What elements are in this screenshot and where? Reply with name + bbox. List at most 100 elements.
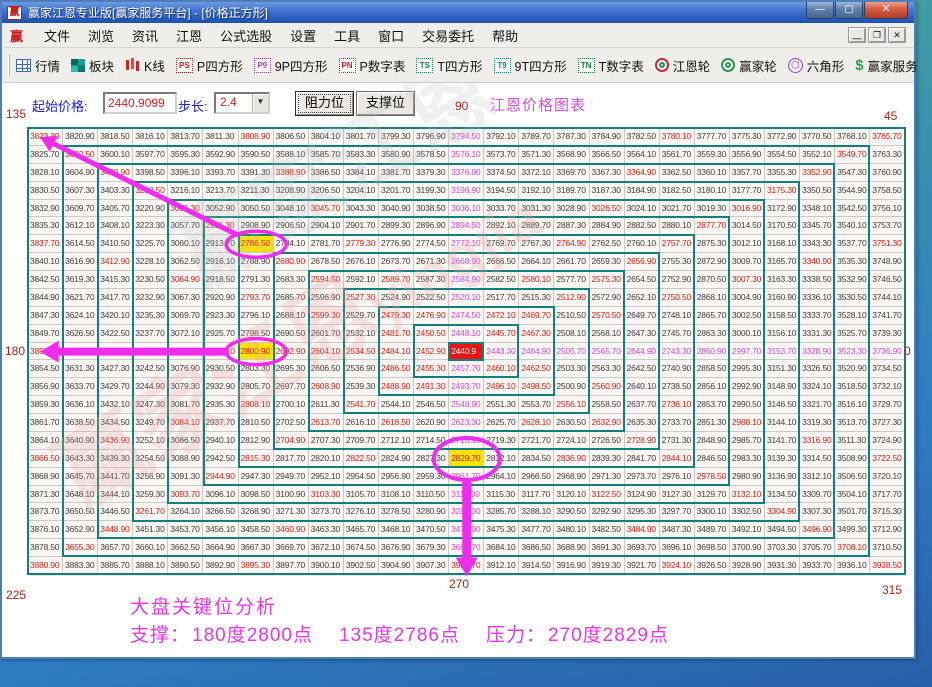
price-cell: 3153.70 [765,343,800,361]
toolbar: 行情板块 K线 PSP四方形 P99P四方形 PNP数字表 TST四方形 T99T四方形 TN… [2,48,914,83]
price-cell: 3552.10 [800,146,835,164]
start-price-input[interactable] [103,92,177,114]
price-cell: 3079.30 [168,378,203,396]
step-value: 2.4 [216,94,252,112]
menu-item-0[interactable]: 文件 [35,24,79,47]
price-cell: 2822.50 [344,450,379,468]
price-cell: 2647.30 [625,325,660,343]
price-cell: 2774.50 [414,235,449,253]
price-cell: 3002.50 [730,307,765,325]
price-cell: 2656.90 [625,253,660,271]
price-cell: 2964.10 [484,468,519,486]
menu-item-9[interactable]: 帮助 [483,24,527,47]
combo-dropdown-icon[interactable]: ▼ [252,94,268,112]
mdi-minimize-button[interactable]: ＿ [848,27,866,43]
price-cell: 3110.50 [414,486,449,504]
toolbar-item-hexagon[interactable]: ⬡六角形 [788,56,845,75]
toolbar-item-p-square[interactable]: PSP四方形 [176,56,243,75]
menu-item-8[interactable]: 交易委托 [413,24,483,47]
menu-item-6[interactable]: 工具 [325,24,369,47]
toolbar-item-p-number-table[interactable]: PNP数字表 [339,56,406,75]
price-cell: 2918.50 [203,271,238,289]
price-cell: 3172.90 [765,200,800,218]
price-cell: 2947.30 [239,468,274,486]
mdi-restore-button[interactable]: ❐ [868,27,886,43]
price-cell: 3722.50 [870,450,905,468]
price-cell: 2745.70 [660,325,695,343]
price-cell: 3866.50 [28,450,63,468]
price-cell: 3650.50 [63,503,98,521]
price-cell: 3348.10 [800,200,835,218]
menu-item-7[interactable]: 窗口 [369,24,413,47]
price-cell: 2476.90 [414,307,449,325]
price-cell: 3780.10 [660,128,695,146]
sectors-icon [71,59,85,72]
step-combobox[interactable]: 2.4 ▼ [214,92,270,114]
price-cell: 3566.50 [590,146,625,164]
price-cell: 3592.90 [203,146,238,164]
price-cell: 2728.90 [625,432,660,450]
toolbar-item-label: 赢家轮 [739,56,777,75]
menu-item-3[interactable]: 江恩 [167,24,211,47]
price-cell: 3436.90 [98,432,133,450]
price-cell: 2508.10 [554,325,589,343]
price-cell: 3343.30 [800,235,835,253]
mdi-close-button[interactable]: ✕ [888,27,906,43]
price-cell: 2743.30 [660,343,695,361]
price-cell: 2642.50 [625,360,660,378]
close-button[interactable]: ✕ [864,2,908,19]
price-cell: 3127.30 [660,486,695,504]
minimize-button[interactable]: — [806,2,834,19]
price-cell: 3693.70 [625,539,660,557]
toolbar-grip[interactable] [8,54,10,76]
maximize-button[interactable]: ▢ [835,2,863,19]
price-cell: 2894.50 [449,217,484,235]
price-cell: 3045.70 [309,200,344,218]
support-button[interactable]: 支撑位 [356,91,415,116]
price-cell: 3386.50 [309,164,344,182]
toolbar-item-gann-wheel[interactable]: 江恩轮 [655,56,711,75]
price-cell: 2714.50 [414,432,449,450]
price-cell: 2683.30 [274,271,309,289]
price-cell: 3319.30 [800,414,835,432]
menu-item-1[interactable]: 浏览 [79,24,123,47]
price-cell: 3794.50 [449,128,484,146]
price-cell: 3590.50 [239,146,274,164]
menu-bar: 赢 文件浏览资讯江恩公式选股设置工具窗口交易委托帮助 ＿ ❐ ✕ [2,23,914,48]
price-cell: 3444.10 [98,486,133,504]
toolbar-item-winner-wheel[interactable]: 赢家轮 [721,56,777,75]
price-cell: 3909.70 [449,557,484,575]
toolbar-item-9t-square[interactable]: T99T四方形 [494,56,567,75]
menu-item-2[interactable]: 资讯 [123,24,167,47]
toolbar-item-quotes[interactable]: 行情 [16,56,60,75]
toolbar-item-kline[interactable]: K线 [125,56,165,75]
toolbar-item-winner-service[interactable]: $赢家服务 [855,56,917,75]
price-cell: 3782.50 [625,128,660,146]
toolbar-item-label: T四方形 [437,56,482,75]
price-cell: 3463.30 [309,521,344,539]
menu-item-4[interactable]: 公式选股 [211,24,281,47]
price-cell: 3614.50 [63,235,98,253]
price-cell: 3501.70 [835,503,870,521]
toolbar-item-t-number-table[interactable]: TNT数字表 [578,56,644,75]
toolbar-item-sectors[interactable]: 板块 [71,56,114,75]
price-cell: 3890.50 [168,557,203,575]
price-cell: 2524.90 [379,289,414,307]
price-cell: 3235.30 [133,307,168,325]
price-cell: 2440.9 [449,343,484,361]
price-cell: 2940.10 [203,432,238,450]
price-cell: 3818.50 [98,128,133,146]
price-cell: 2764.90 [554,235,589,253]
price-cell: 3820.90 [63,128,98,146]
title-bar[interactable]: 赢 赢家江恩专业版[赢家服务平台] - [价格正方形] — ▢ ✕ [2,2,914,23]
price-cell: 3744.10 [870,289,905,307]
price-cell: 3487.30 [660,521,695,539]
toolbar-item-9p-square[interactable]: P99P四方形 [254,56,328,75]
price-cell: 3840.10 [28,253,63,271]
resistance-button[interactable]: 阻力位 [295,91,354,116]
menu-item-5[interactable]: 设置 [281,24,325,47]
toolbar-item-t-square[interactable]: TST四方形 [416,56,482,75]
price-cell: 3139.30 [765,450,800,468]
price-cell: 3144.10 [765,414,800,432]
price-cell: 2961.70 [449,468,484,486]
